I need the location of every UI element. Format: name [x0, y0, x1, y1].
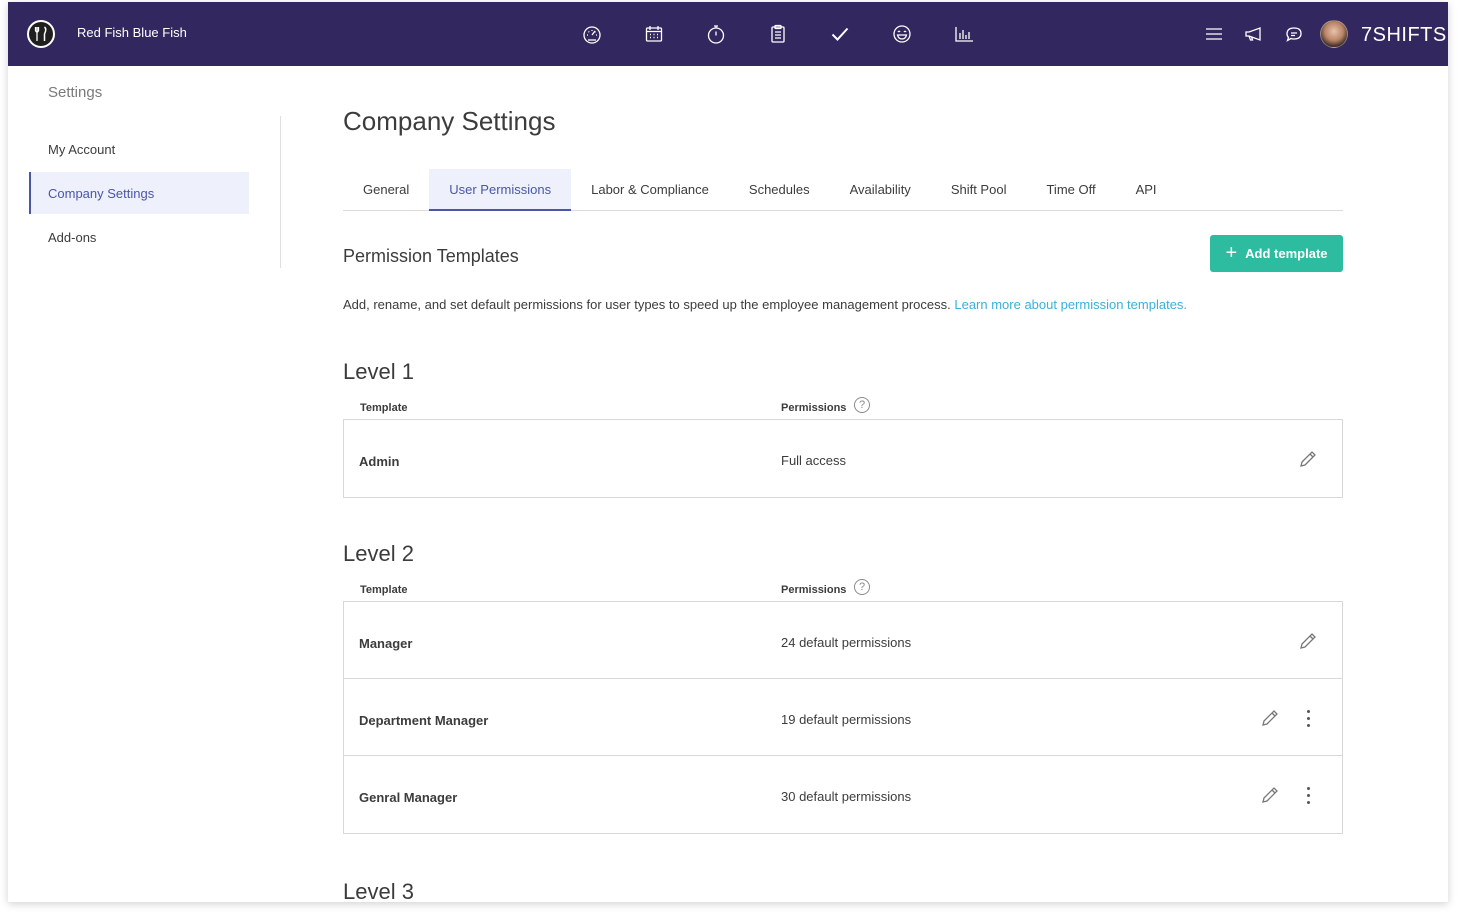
help-icon[interactable]: ? [854, 397, 870, 413]
permissions-summary: Full access [781, 453, 847, 468]
section-title: Permission Templates [343, 246, 519, 266]
top-navbar: Red Fish Blue Fish 7SHIFTS [8, 2, 1448, 66]
permission-table-level-2: Manager 24 default permissions Departmen… [343, 601, 1343, 834]
chat-bubble-icon[interactable] [1274, 18, 1314, 50]
settings-tabs: General User Permissions Labor & Complia… [343, 169, 1343, 211]
pencil-icon[interactable] [1258, 783, 1282, 807]
permission-table-level-1: Admin Full access [343, 419, 1343, 498]
table-row: Admin Full access [344, 420, 1342, 497]
sidebar-divider [280, 116, 281, 268]
main-nav [561, 22, 995, 46]
sidebar-item-my-account[interactable]: My Account [29, 128, 249, 170]
description-text: Add, rename, and set default permissions… [343, 297, 951, 312]
bar-chart-icon[interactable] [933, 22, 995, 46]
column-header-permissions: Permissions [781, 584, 847, 596]
level-title: Level 1 [343, 359, 414, 384]
permissions-summary: 24 default permissions [781, 635, 912, 650]
calendar-icon[interactable] [623, 22, 685, 46]
template-name: Manager [359, 636, 413, 651]
table-row: Manager 24 default permissions [344, 602, 1342, 679]
tab-user-permissions[interactable]: User Permissions [429, 169, 572, 211]
brand-logo: 7SHIFTS [1361, 23, 1447, 46]
topbar-right: 7SHIFTS [1194, 18, 1447, 50]
megaphone-icon[interactable] [1234, 18, 1274, 50]
user-avatar[interactable] [1320, 20, 1348, 48]
app-window: Red Fish Blue Fish 7SHIFTS Settings My A… [8, 2, 1448, 902]
restaurant-logo-icon[interactable] [27, 20, 55, 48]
settings-sidebar: My Account Company Settings Add-ons [29, 128, 249, 260]
template-name: Genral Manager [359, 790, 458, 805]
level-title: Level 3 [343, 879, 414, 902]
column-header-permissions: Permissions [781, 402, 847, 414]
sidebar-item-add-ons[interactable]: Add-ons [29, 216, 249, 258]
company-name[interactable]: Red Fish Blue Fish [77, 25, 187, 40]
template-name: Admin [359, 454, 400, 469]
level-title: Level 2 [343, 541, 414, 566]
tab-availability[interactable]: Availability [830, 169, 931, 211]
column-header-template: Template [360, 402, 408, 414]
table-row: Department Manager 19 default permission… [344, 679, 1342, 756]
dashboard-icon[interactable] [561, 22, 623, 46]
table-row: Genral Manager 30 default permissions [344, 756, 1342, 833]
tab-general[interactable]: General [343, 169, 429, 211]
tab-schedules[interactable]: Schedules [729, 169, 830, 211]
menu-lines-icon[interactable] [1194, 18, 1234, 50]
tab-shift-pool[interactable]: Shift Pool [931, 169, 1027, 211]
add-template-button[interactable]: + Add template [1210, 235, 1343, 272]
help-icon[interactable]: ? [854, 579, 870, 595]
add-template-label: Add template [1245, 246, 1328, 261]
more-options-icon[interactable] [1296, 706, 1320, 730]
page-title: Company Settings [343, 106, 556, 136]
sidebar-item-company-settings[interactable]: Company Settings [29, 172, 249, 214]
checkmark-icon[interactable] [809, 22, 871, 46]
permissions-summary: 30 default permissions [781, 789, 912, 804]
learn-more-link[interactable]: Learn more about permission templates. [954, 297, 1187, 312]
more-options-icon[interactable] [1296, 783, 1320, 807]
tab-api[interactable]: API [1116, 169, 1177, 211]
plus-icon: + [1225, 241, 1238, 264]
template-name: Department Manager [359, 713, 489, 728]
tab-time-off[interactable]: Time Off [1026, 169, 1115, 211]
tab-labor-compliance[interactable]: Labor & Compliance [571, 169, 729, 211]
stopwatch-icon[interactable] [685, 22, 747, 46]
pencil-icon[interactable] [1296, 629, 1320, 653]
column-header-template: Template [360, 584, 408, 596]
smiley-icon[interactable] [871, 22, 933, 46]
section-description: Add, rename, and set default permissions… [343, 297, 1187, 312]
pencil-icon[interactable] [1258, 706, 1282, 730]
permissions-summary: 19 default permissions [781, 712, 912, 727]
pencil-icon[interactable] [1296, 447, 1320, 471]
settings-title: Settings [48, 84, 103, 101]
clipboard-icon[interactable] [747, 22, 809, 46]
